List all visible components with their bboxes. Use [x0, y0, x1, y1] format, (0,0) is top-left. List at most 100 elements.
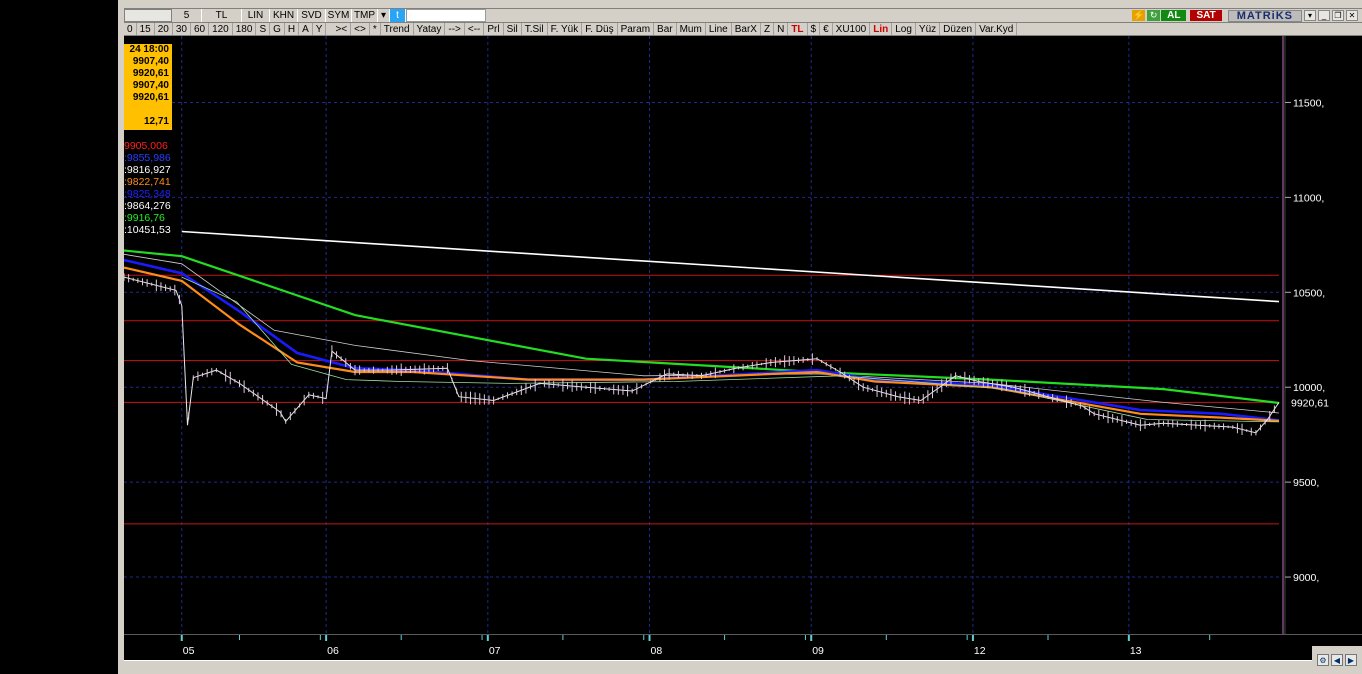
- action-button[interactable]: -->: [445, 23, 465, 35]
- period-button[interactable]: Y: [313, 23, 327, 35]
- info-date: 24 18:00: [129, 44, 169, 55]
- indicator-value: :9816,927: [124, 164, 171, 176]
- action-button[interactable]: Yatay: [414, 23, 446, 35]
- action-button[interactable]: <>: [351, 23, 370, 35]
- action-button[interactable]: ><: [332, 23, 352, 35]
- action-button[interactable]: Line: [706, 23, 732, 35]
- action-button[interactable]: Sil: [504, 23, 522, 35]
- period-button[interactable]: 180: [233, 23, 257, 35]
- tmp-button[interactable]: TMP: [352, 9, 378, 22]
- dropdown-arrow-icon[interactable]: ▾: [378, 9, 390, 22]
- y-tick-label: 9000,: [1293, 572, 1319, 584]
- action-button[interactable]: Mum: [677, 23, 706, 35]
- series-white: [181, 230, 1280, 303]
- y-tick-label: 10000,: [1293, 382, 1325, 394]
- action-button[interactable]: Prl: [484, 23, 504, 35]
- action-button[interactable]: Z: [761, 23, 775, 35]
- action-button[interactable]: TL: [788, 23, 808, 35]
- toolbar-actions: 0 15 20 30 60 120 180 S G H A Y >< <> * Trend Yatay -->…: [124, 23, 1362, 36]
- indicator-value: :9825,348: [124, 188, 171, 200]
- period-button[interactable]: 30: [173, 23, 191, 35]
- action-button[interactable]: Bar: [654, 23, 677, 35]
- indicator-value: :9855,986: [124, 152, 171, 164]
- action-button[interactable]: N: [774, 23, 789, 35]
- period-button[interactable]: 0: [124, 23, 137, 35]
- close-icon[interactable]: ✕: [1346, 10, 1358, 21]
- info-low: 9907,40: [132, 80, 169, 91]
- series-green: [124, 249, 1280, 405]
- period-button[interactable]: H: [285, 23, 300, 35]
- comment-input[interactable]: [406, 9, 486, 22]
- restore-icon[interactable]: ❐: [1332, 10, 1344, 21]
- y-tick-label: 11000,: [1293, 192, 1324, 204]
- info-high: 9920,61: [132, 68, 169, 79]
- action-button[interactable]: $: [808, 23, 821, 35]
- series-black_white_ma: [124, 253, 1280, 414]
- x-axis-svg: 05 06 07 08 09 12 13: [180, 635, 1211, 657]
- brand-logo: MATRiKS: [1227, 9, 1302, 22]
- sym-button[interactable]: SYM: [326, 9, 352, 22]
- action-button[interactable]: F. Düş: [582, 23, 618, 35]
- action-button[interactable]: Trend: [381, 23, 414, 35]
- x-tick-label: 06: [327, 645, 339, 657]
- period-button[interactable]: 60: [191, 23, 210, 35]
- indicator-value: 9905,006: [124, 140, 168, 152]
- action-button[interactable]: Var.Kyd: [976, 23, 1018, 35]
- indicator-value: :10451,53: [124, 224, 171, 236]
- action-button[interactable]: Düzen: [940, 23, 977, 35]
- last-price-label: 9920,61: [1291, 397, 1329, 409]
- settings-icon[interactable]: ⚙: [1317, 654, 1329, 666]
- x-tick-label: 07: [489, 645, 501, 657]
- buy-button[interactable]: AL: [1161, 10, 1187, 21]
- refresh-icon[interactable]: ↻: [1147, 10, 1161, 21]
- action-button[interactable]: T.Sil: [522, 23, 548, 35]
- twitter-icon[interactable]: t: [390, 9, 406, 22]
- action-button[interactable]: BarX: [732, 23, 761, 35]
- y-tick-label: 9500,: [1293, 477, 1319, 489]
- indicator-value: :9822,741: [124, 176, 171, 188]
- action-button[interactable]: €: [820, 23, 833, 35]
- series-price: [124, 276, 1280, 434]
- horizontal-scrollbar[interactable]: [124, 660, 1362, 674]
- period-button[interactable]: 120: [209, 23, 233, 35]
- khn-button[interactable]: KHN: [270, 9, 298, 22]
- action-button[interactable]: <--: [465, 23, 485, 35]
- currency-field[interactable]: TL: [202, 9, 242, 22]
- action-button[interactable]: *: [370, 23, 381, 35]
- action-button[interactable]: XU100: [833, 23, 871, 35]
- period-button[interactable]: S: [256, 23, 271, 35]
- price-chart[interactable]: 11500, 11000, 10500, 10000, 9500, 9000, 9920,6…: [124, 36, 1362, 634]
- window-menu-icon[interactable]: ▾: [1304, 10, 1316, 21]
- svd-button[interactable]: SVD: [298, 9, 326, 22]
- period-button[interactable]: A: [299, 23, 313, 35]
- chart-window: 5 TL LIN KHN SVD SYM TMP ▾ t ⚡ ↻ AL SAT …: [124, 0, 1362, 674]
- x-tick-label: 13: [1130, 645, 1142, 657]
- ohlc-info-box: 24 18:00 9907,40 9920,61 9907,40 9920,61…: [124, 44, 172, 130]
- period-button[interactable]: 20: [155, 23, 173, 35]
- period-button[interactable]: 15: [137, 23, 155, 35]
- sell-button[interactable]: SAT: [1190, 10, 1222, 21]
- action-button[interactable]: Lin: [870, 23, 893, 35]
- action-button[interactable]: Param: [618, 23, 655, 35]
- x-tick-label: 08: [651, 645, 663, 657]
- action-button[interactable]: Yüz: [916, 23, 941, 35]
- symbol-field[interactable]: [124, 9, 172, 22]
- x-axis: 05 06 07 08 09 12 13: [124, 634, 1362, 660]
- scroll-right-icon[interactable]: ▶: [1345, 654, 1357, 666]
- alarm-icon[interactable]: ⚡: [1132, 10, 1146, 21]
- left-empty-panel: [0, 0, 118, 674]
- action-button[interactable]: Log: [892, 23, 916, 35]
- info-volume: 12,71: [143, 116, 169, 127]
- scale-button[interactable]: LIN: [242, 9, 270, 22]
- indicator-value: :9916,76: [124, 212, 165, 224]
- minimize-icon[interactable]: _: [1318, 10, 1330, 21]
- navigation-controls: ⚙ ◀ ▶: [1312, 646, 1362, 674]
- period-button[interactable]: G: [270, 23, 285, 35]
- indicator-value: :9864,276: [124, 200, 171, 212]
- info-close: 9920,61: [132, 92, 169, 103]
- y-tick-label: 11500,: [1293, 97, 1324, 109]
- series-thin_white: [181, 276, 1280, 423]
- action-button[interactable]: F. Yük: [548, 23, 583, 35]
- scroll-left-icon[interactable]: ◀: [1331, 654, 1343, 666]
- period-field[interactable]: 5: [172, 9, 202, 22]
